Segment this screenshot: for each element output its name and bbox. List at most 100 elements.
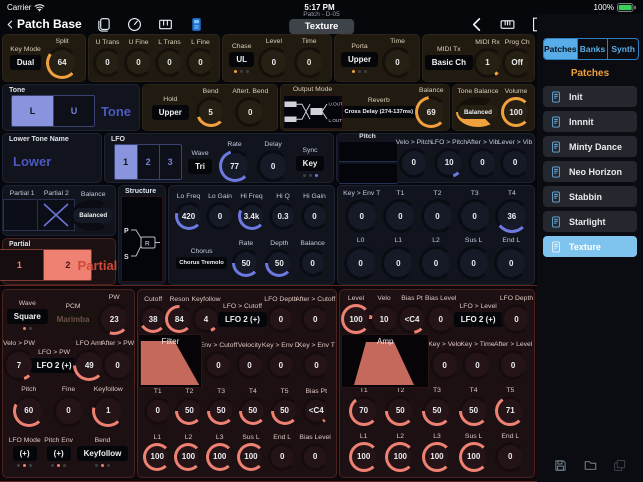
partial-wave-after-pw-knob[interactable]: 0 (102, 349, 134, 381)
partial-filter-l2-knob[interactable]: 100 (174, 443, 202, 471)
partial-filter-key-env-d-knob[interactable]: 0 (267, 351, 295, 379)
partial-filter-after-cutoff-knob[interactable]: 0 (301, 305, 329, 333)
midi-prog-ch-knob[interactable]: Off (502, 48, 532, 78)
partial-filter-sus-l-knob[interactable]: 100 (237, 443, 265, 471)
patch-item-init[interactable]: Init (543, 86, 637, 107)
partial-amp-key-velo-knob[interactable]: 0 (430, 350, 460, 380)
partial-filter-lfo-cutoff-button[interactable]: LFO 2 (+) (218, 312, 267, 327)
tone-select-segment-u[interactable]: U (53, 96, 94, 126)
partial-filter-l1-knob[interactable]: 100 (143, 443, 171, 471)
partial-wave-lfo-mode-button[interactable]: (+) (13, 446, 37, 461)
partial-amp-t2-knob[interactable]: 50 (385, 396, 415, 426)
transpose-fine-u-trans-knob[interactable]: 0 (93, 48, 122, 77)
patch-item-stabbin[interactable]: Stabbin (543, 186, 637, 207)
lfo-segment-1[interactable]: 1 (115, 145, 137, 179)
piano-icon[interactable] (158, 17, 173, 32)
partial-wave-lfo-amt-knob[interactable]: 49 (73, 349, 105, 381)
partial-amp-t5-knob[interactable]: 71 (495, 396, 525, 426)
save-icon[interactable] (554, 459, 567, 472)
chase-level-knob[interactable]: 0 (258, 47, 289, 78)
partial-amp-t1-knob[interactable]: 70 (349, 396, 379, 426)
partial-wave-lfo-mode-page-dots[interactable] (17, 464, 32, 467)
tone-select-segment-l[interactable]: L (12, 96, 53, 126)
midi-keyboard-icon[interactable] (500, 17, 515, 32)
folder-icon[interactable] (584, 459, 597, 472)
partial-select-segment-1[interactable]: 1 (0, 250, 43, 280)
partial-wave-wave-button[interactable]: Square (7, 309, 48, 324)
partial-wave-pcm-button[interactable]: Marimba (50, 312, 97, 327)
pitch-lfo-pitch-knob[interactable]: 10 (434, 148, 464, 178)
tone-envelope-t1-knob[interactable]: 0 (383, 199, 417, 233)
output-mode-display[interactable]: U.OUTL.OUT (283, 95, 343, 129)
partial-wave-bend-button[interactable]: Keyfollow (77, 446, 129, 461)
partial-filter-t2-knob[interactable]: 50 (175, 397, 203, 425)
lfo-sync-page-dots[interactable] (303, 174, 318, 177)
tab-patches[interactable]: Patches (544, 39, 577, 59)
pitch-after-vib-knob[interactable]: 0 (468, 148, 498, 178)
transpose-fine-l-trans-knob[interactable]: 0 (155, 48, 184, 77)
eq-chorus-chorus-button[interactable]: Chorus Tremolo (176, 257, 226, 269)
lfo-wave-button[interactable]: Tri (188, 159, 212, 174)
transpose-fine-l-fine-knob[interactable]: 0 (186, 48, 215, 77)
pitch-lever-vib-knob[interactable]: 0 (500, 148, 530, 178)
hold-bend-bend-knob[interactable]: 5 (196, 97, 226, 127)
midi-midi-tx-button[interactable]: Basic Ch (425, 55, 473, 70)
lfo-delay-knob[interactable]: 0 (257, 150, 289, 182)
transpose-fine-u-fine-knob[interactable]: 0 (124, 48, 153, 77)
partial-filter-l3-knob[interactable]: 100 (206, 443, 234, 471)
key-mode-key-mode-button[interactable]: Dual (10, 55, 41, 70)
partial-wave-pitch-env-page-dots[interactable] (51, 464, 66, 467)
eq-chorus-lo-freq-knob[interactable]: 420 (175, 202, 203, 230)
partial-amp-bias-level-knob[interactable]: 0 (426, 304, 456, 334)
patch-item-minty-dance[interactable]: Minty Dance (543, 136, 637, 157)
porta-time-knob[interactable]: 0 (382, 47, 413, 78)
partial-wave-wave-page-dots[interactable] (23, 327, 32, 330)
lfo-segment-2[interactable]: 2 (137, 145, 159, 179)
tone-envelope-l2-knob[interactable]: 0 (419, 246, 453, 280)
tone-envelope-l1-knob[interactable]: 0 (381, 246, 415, 280)
tone-envelope-t3-knob[interactable]: 0 (458, 199, 492, 233)
lfo-rate-knob[interactable]: 77 (219, 150, 251, 182)
partial-amp-lfo-level-button[interactable]: LFO 2 (+) (454, 312, 503, 327)
partial-filter-filter-envelope-display[interactable]: Filter (138, 334, 202, 388)
eq-chorus-hi-gain-knob[interactable]: 0 (301, 202, 329, 230)
partial-filter-cutoff-knob[interactable]: 38 (139, 305, 167, 333)
partial-filter-t5-knob[interactable]: 50 (271, 397, 299, 425)
partial-wave-lfo-pw-button[interactable]: LFO 2 (+) (30, 358, 79, 373)
porta-porta-page-dots[interactable] (352, 70, 367, 73)
tone-envelope-sus-l-knob[interactable]: 0 (457, 246, 491, 280)
partial-filter-bias-pt-knob[interactable]: <C4 (302, 397, 330, 425)
partials-balance-knob[interactable]: Balanced (71, 200, 115, 231)
partial-filter-reson-knob[interactable]: 84 (165, 305, 193, 333)
partial-amp-lfo-depth-knob[interactable]: 0 (501, 304, 531, 334)
partial-wave-pw-knob[interactable]: 23 (98, 303, 130, 335)
partial-wave-velo-pw-knob[interactable]: 7 (3, 349, 35, 381)
eq-chorus-hi-freq-knob[interactable]: 3.4k (238, 202, 266, 230)
key-mode-split-knob[interactable]: 64 (46, 47, 78, 79)
partials-partial-1-display[interactable] (3, 199, 41, 231)
eq-chorus-balance-knob[interactable]: 0 (299, 249, 327, 277)
partial-filter-keyfollow-knob[interactable]: 4 (192, 305, 220, 333)
midi-midi-rx-knob[interactable]: 1 (473, 48, 503, 78)
tone-envelope-t4-knob[interactable]: 36 (495, 199, 529, 233)
partial-filter-t3-knob[interactable]: 50 (207, 397, 235, 425)
patch-item-neo-horizon[interactable]: Neo Horizon (543, 161, 637, 182)
partial-filter-t4-knob[interactable]: 50 (239, 397, 267, 425)
chase-chase-button[interactable]: UL (229, 52, 254, 67)
partial-filter-key-env-t-knob[interactable]: 0 (302, 351, 330, 379)
partial-wave-pitch-env-button[interactable]: (+) (47, 446, 71, 461)
patch-item-starlight[interactable]: Starlight (543, 211, 637, 232)
output-reverb-balance-knob[interactable]: 69 (415, 96, 447, 128)
partial-amp-l3-knob[interactable]: 100 (422, 442, 452, 472)
hold-bend-hold-button[interactable]: Upper (152, 105, 189, 120)
partial-amp-l2-knob[interactable]: 100 (385, 442, 415, 472)
tab-banks[interactable]: Banks (577, 39, 608, 59)
partial-amp-sus-l-knob[interactable]: 100 (459, 442, 489, 472)
pitch-envelope-display-2[interactable] (339, 164, 397, 184)
balance-volume-tone-balance-knob[interactable]: Balanced (456, 97, 500, 127)
partial-filter-end-l-knob[interactable]: 0 (268, 443, 296, 471)
lfo-sync-button[interactable]: Key (296, 156, 325, 171)
partial-filter-velocity-knob[interactable]: 0 (236, 351, 264, 379)
lfo-segment-3[interactable]: 3 (159, 145, 181, 179)
pitch-velo-pitch-knob[interactable]: 0 (399, 148, 429, 178)
